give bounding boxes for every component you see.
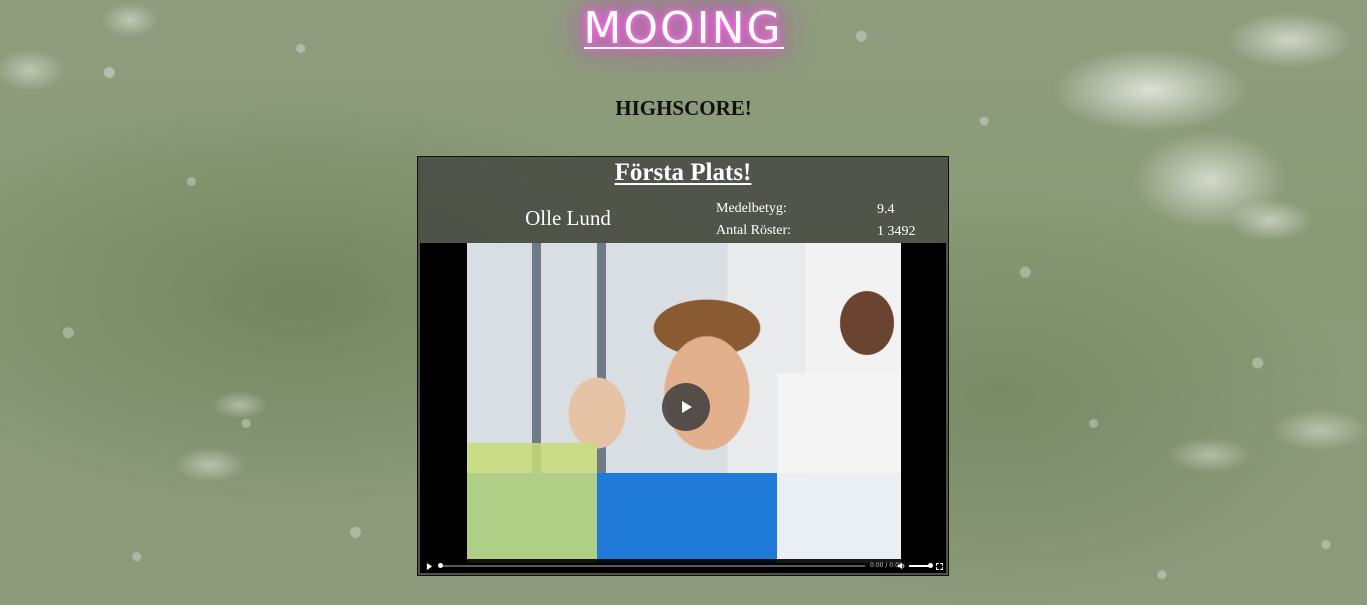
progress-handle[interactable] [438,563,443,568]
video-player[interactable]: 0:00 / 0:00 [420,243,946,573]
stat-value-votes: 1 3492 [877,224,916,239]
volume-handle[interactable] [928,563,933,568]
mute-button[interactable] [896,561,906,571]
big-play-button[interactable] [662,383,710,431]
video-controls: 0:00 / 0:00 [420,559,946,573]
stat-label-average: Medelbetyg: [716,201,787,216]
card-title: Första Plats! [614,159,752,186]
highscore-card: Första Plats! Olle Lund Medelbetyg: 9.4 … [417,156,949,576]
speaker-icon [897,562,905,570]
stat-label-votes: Antal Röster: [716,223,792,238]
fullscreen-icon [935,562,943,570]
play-icon [426,562,432,570]
logo-underline [584,47,784,49]
progress-bar[interactable] [440,565,865,567]
play-icon [682,401,692,413]
page-subtitle: HIGHSCORE! [615,96,752,120]
stat-value-average: 9.4 [877,202,895,217]
control-play-button[interactable] [424,561,434,571]
fullscreen-button[interactable] [934,561,944,571]
player-name: Olle Lund [525,206,611,230]
